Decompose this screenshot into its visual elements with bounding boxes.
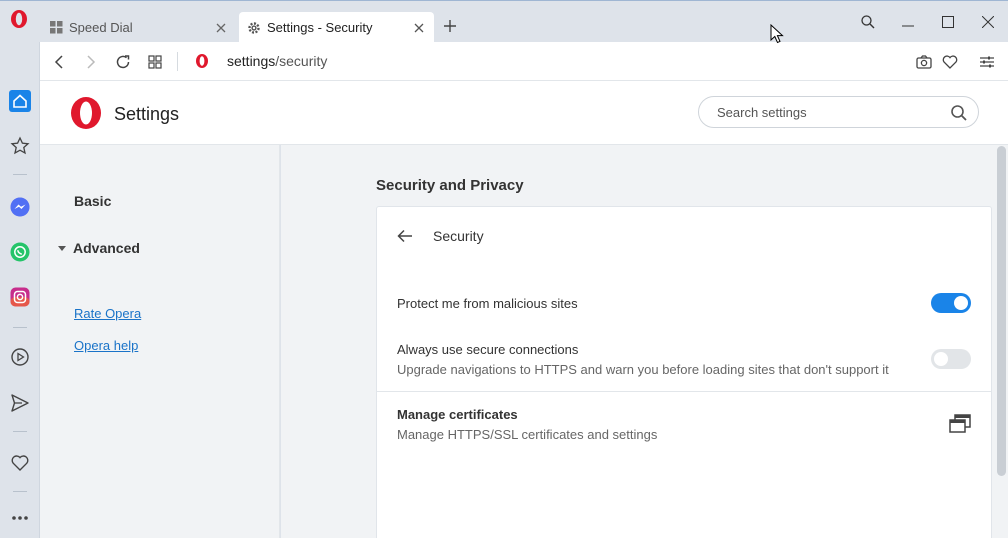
messenger-icon[interactable] [8, 195, 32, 219]
bookmarks-icon[interactable] [8, 134, 32, 158]
tab-search-icon[interactable] [856, 11, 880, 33]
tab-speed-dial[interactable]: Speed Dial [41, 12, 236, 43]
opera-menu-icon[interactable] [9, 9, 29, 29]
sidebar-divider [13, 327, 27, 328]
nav-advanced-label: Advanced [73, 240, 140, 256]
close-window-button[interactable] [976, 11, 1000, 33]
minimize-button[interactable] [896, 11, 920, 33]
tabs-overview-icon[interactable] [145, 52, 165, 72]
section-title: Security and Privacy [376, 177, 524, 194]
search-input[interactable] [717, 103, 937, 121]
manage-certificates-description: Manage HTTPS/SSL certificates and settin… [397, 427, 658, 442]
main-scrollbar[interactable] [997, 146, 1006, 476]
back-button[interactable] [49, 52, 69, 72]
easy-setup-icon[interactable] [977, 52, 997, 72]
new-tab-button[interactable] [441, 17, 459, 35]
heart-bookmark-icon[interactable] [940, 52, 960, 72]
caret-down-icon [58, 246, 66, 251]
url-path: /security [275, 53, 328, 69]
open-external-icon[interactable] [949, 414, 971, 434]
settings-main: Security and Privacy Security Protect me… [281, 145, 1008, 538]
camera-icon[interactable] [914, 52, 934, 72]
tab-settings-security[interactable]: Settings - Security [239, 12, 434, 43]
mouse-cursor-icon [770, 24, 784, 44]
card-heading: Security [433, 228, 484, 244]
player-icon[interactable] [8, 345, 32, 369]
address-bar: settings/security [40, 42, 1008, 81]
send-icon[interactable] [8, 391, 32, 415]
tab-title: Settings - Security [267, 20, 373, 35]
maximize-button[interactable] [936, 11, 960, 33]
reload-button[interactable] [113, 52, 133, 72]
settings-nav: Basic Advanced Rate Opera Opera help [40, 145, 280, 538]
opera-help-link[interactable]: Opera help [74, 338, 138, 353]
instagram-icon[interactable] [8, 285, 32, 309]
protect-malicious-label: Protect me from malicious sites [397, 296, 578, 311]
sidebar-divider [13, 491, 27, 492]
page-title: Settings [114, 104, 180, 124]
close-icon[interactable] [214, 21, 228, 35]
whatsapp-icon[interactable] [8, 240, 32, 264]
search-icon[interactable] [950, 104, 968, 122]
title-bar: Speed Dial Settings - Security [0, 0, 1008, 43]
nav-basic[interactable]: Basic [74, 193, 111, 209]
nav-advanced[interactable]: Advanced [57, 240, 140, 256]
opera-logo-icon [71, 97, 101, 129]
tab-title: Speed Dial [69, 20, 133, 35]
browser-sidebar [0, 42, 40, 538]
speed-dial-icon [49, 21, 63, 35]
settings-header: Settings [40, 81, 1008, 145]
secure-connections-toggle[interactable] [931, 349, 971, 369]
opera-page-icon [196, 54, 208, 68]
secure-connections-label: Always use secure connections [397, 342, 579, 357]
home-icon[interactable] [8, 89, 32, 113]
gear-icon [247, 21, 261, 35]
forward-button[interactable] [81, 52, 101, 72]
rate-opera-link[interactable]: Rate Opera [74, 306, 141, 321]
url-host: settings [227, 53, 276, 69]
search-settings-box[interactable] [698, 96, 979, 128]
protect-malicious-toggle[interactable] [931, 293, 971, 313]
security-card: Security Protect me from malicious sites… [376, 206, 992, 538]
toggle-knob [954, 296, 968, 310]
secure-connections-description: Upgrade navigations to HTTPS and warn yo… [397, 362, 889, 377]
sidebar-divider [13, 174, 27, 175]
toggle-knob [934, 352, 948, 366]
address-divider [177, 52, 178, 71]
url-field[interactable]: settings/security [227, 53, 327, 69]
more-icon[interactable] [8, 506, 32, 530]
row-divider [377, 391, 991, 392]
manage-certificates-label[interactable]: Manage certificates [397, 407, 518, 422]
sidebar-divider [13, 431, 27, 432]
heart-icon[interactable] [8, 451, 32, 475]
close-icon[interactable] [412, 21, 426, 35]
back-arrow-icon[interactable] [395, 226, 415, 246]
